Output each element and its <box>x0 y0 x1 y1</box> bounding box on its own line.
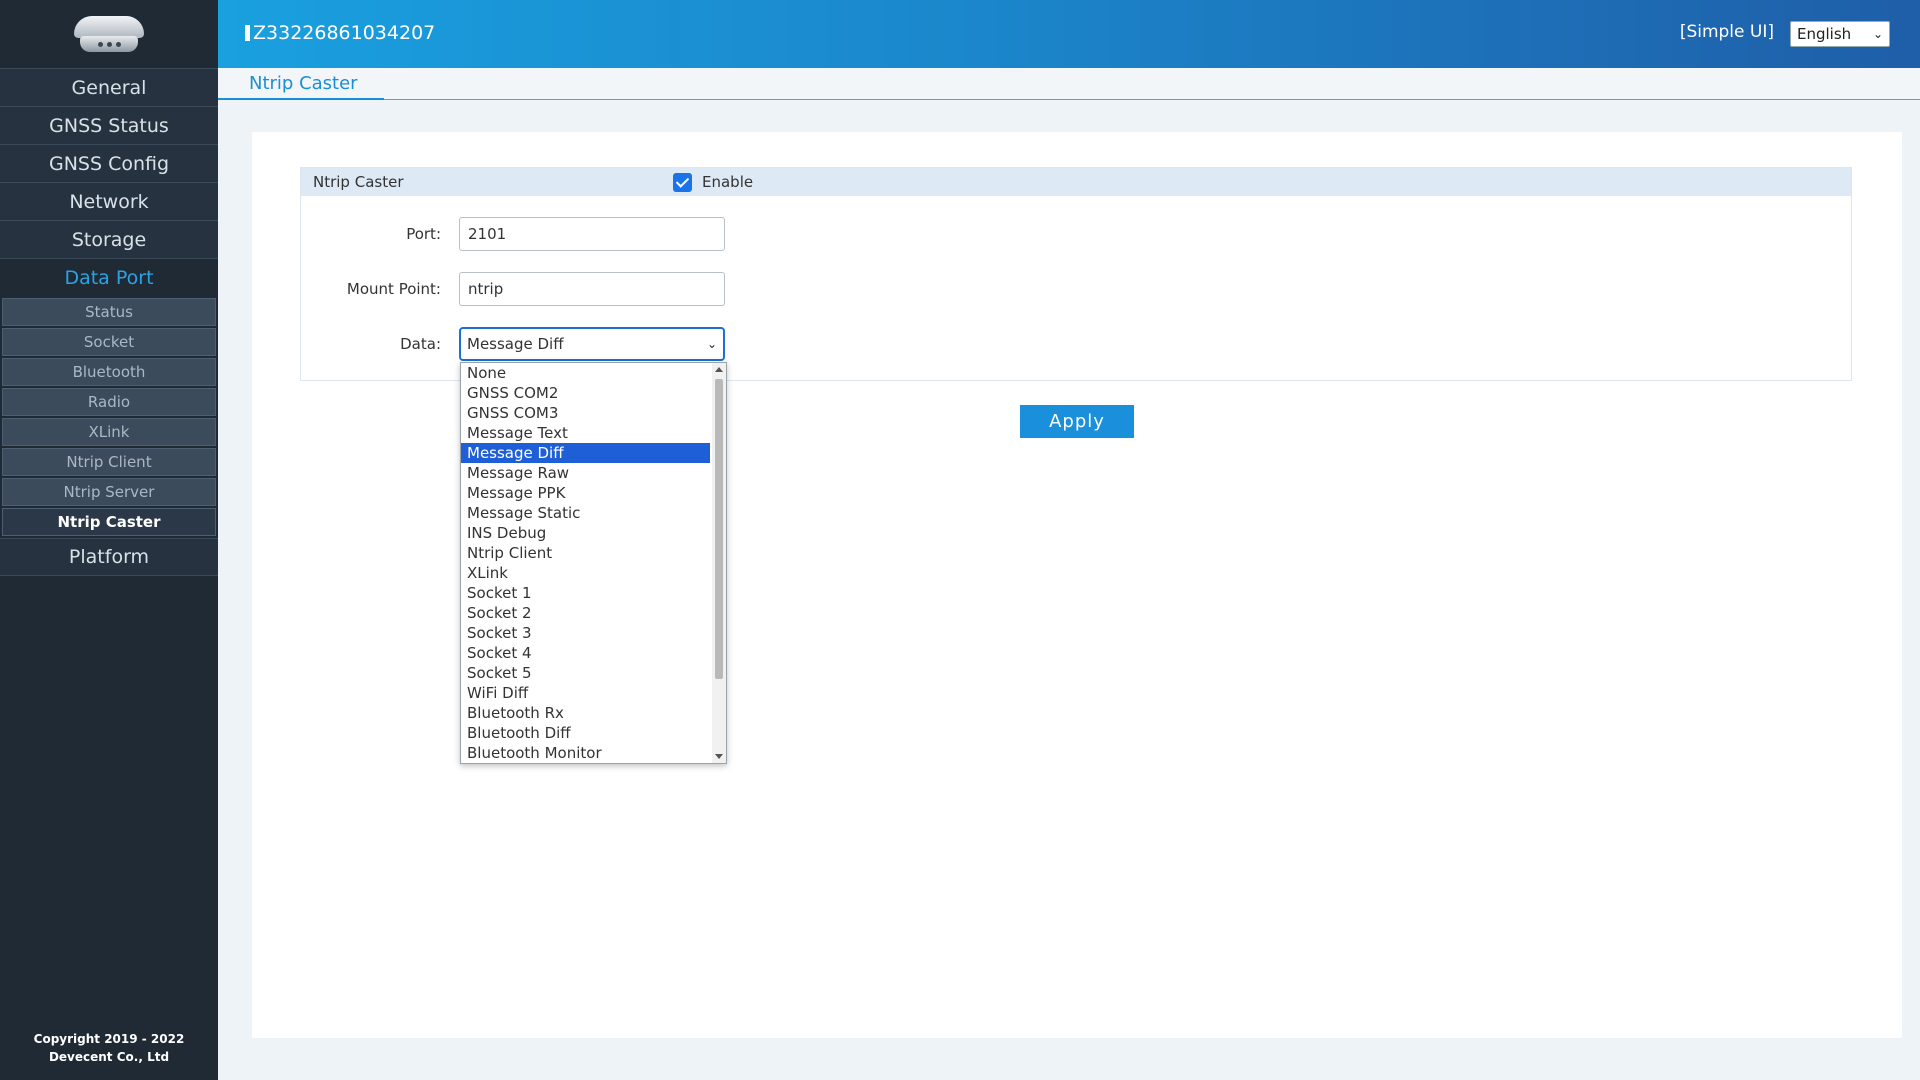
section-title: Ntrip Caster <box>313 173 404 191</box>
dropdown-option[interactable]: Socket 2 <box>461 603 726 623</box>
scroll-up-icon[interactable] <box>715 367 723 372</box>
mount-point-input[interactable]: ntrip <box>459 272 725 306</box>
port-input[interactable]: 2101 <box>459 217 725 251</box>
sub-item-ntrip-client[interactable]: Ntrip Client <box>2 448 216 476</box>
mount-point-label: Mount Point: <box>346 280 441 298</box>
nav-menu: General GNSS Status GNSS Config Network … <box>0 68 218 576</box>
dropdown-option[interactable]: XLink <box>461 563 726 583</box>
nav-item-general[interactable]: General <box>0 68 218 106</box>
dropdown-option[interactable]: None <box>461 363 726 383</box>
copyright-line-2: Devecent Co., Ltd <box>48 1050 170 1064</box>
mount-point-row: Mount Point: ntrip <box>301 272 725 306</box>
dropdown-scrollbar[interactable] <box>712 363 726 763</box>
nav-item-gnss-config[interactable]: GNSS Config <box>0 144 218 182</box>
scroll-thumb[interactable] <box>715 379 723 679</box>
sub-item-socket[interactable]: Socket <box>2 328 216 356</box>
dropdown-option[interactable]: Message Diff <box>461 443 710 463</box>
dropdown-option[interactable]: GNSS COM3 <box>461 403 726 423</box>
simple-ui-link[interactable]: [Simple UI] <box>1680 22 1774 42</box>
dropdown-options: None GNSS COM2 GNSS COM3 Message Text Messag… <box>461 363 726 763</box>
port-label: Port: <box>406 225 441 243</box>
data-port-submenu: Status Socket Bluetooth Radio XLink Ntri… <box>0 296 218 536</box>
dropdown-option[interactable]: Message Static <box>461 503 726 523</box>
tab-strip: Ntrip Caster <box>218 68 1920 100</box>
nav-item-gnss-status[interactable]: GNSS Status <box>0 106 218 144</box>
serial-marker-icon <box>245 25 250 41</box>
dropdown-option[interactable]: INS Debug <box>461 523 726 543</box>
dropdown-option[interactable]: GNSS COM2 <box>461 383 726 403</box>
top-header: Z33226861034207 [Simple UI] English ⌄ <box>218 0 1920 68</box>
nav-item-network[interactable]: Network <box>0 182 218 220</box>
dropdown-option[interactable]: Bluetooth Rx <box>461 703 726 723</box>
sub-item-ntrip-server[interactable]: Ntrip Server <box>2 478 216 506</box>
copyright: Copyright 2019 - 2022 Devecent Co., Ltd <box>0 1030 218 1066</box>
dropdown-option[interactable]: Socket 1 <box>461 583 726 603</box>
ntrip-caster-form: Ntrip Caster Enable Port: 2101 Mount Poi… <box>300 167 1852 381</box>
gnss-receiver-icon <box>68 12 150 56</box>
dropdown-option[interactable]: WiFi Diff <box>461 683 726 703</box>
port-row: Port: 2101 <box>301 217 725 251</box>
dropdown-option[interactable]: Message Text <box>461 423 726 443</box>
dropdown-option[interactable]: Message PPK <box>461 483 726 503</box>
data-dropdown-list: None GNSS COM2 GNSS COM3 Message Text Messag… <box>460 362 727 764</box>
nav-item-platform[interactable]: Platform <box>0 538 218 576</box>
enable-checkbox[interactable] <box>673 172 692 192</box>
data-select[interactable]: Message Diff ⌄ <box>459 327 725 361</box>
data-select-value: Message Diff <box>467 335 564 353</box>
nav-item-storage[interactable]: Storage <box>0 220 218 258</box>
dropdown-option[interactable]: Bluetooth Diff <box>461 723 726 743</box>
chevron-down-icon: ⌄ <box>1872 27 1883 41</box>
data-label: Data: <box>400 335 441 353</box>
apply-button[interactable]: Apply <box>1020 405 1134 438</box>
logo <box>0 0 218 68</box>
copyright-line-1: Copyright 2019 - 2022 <box>33 1032 185 1046</box>
nav-item-data-port[interactable]: Data Port <box>0 258 218 296</box>
data-row: Data: Message Diff ⌄ <box>301 327 725 361</box>
sub-item-xlink[interactable]: XLink <box>2 418 216 446</box>
device-serial: Z33226861034207 <box>245 22 435 44</box>
scroll-down-icon[interactable] <box>715 754 723 759</box>
dropdown-option[interactable]: Socket 4 <box>461 643 726 663</box>
sub-item-ntrip-caster[interactable]: Ntrip Caster <box>2 508 216 536</box>
enable-label: Enable <box>702 173 754 191</box>
form-header: Ntrip Caster Enable <box>301 168 1851 196</box>
dropdown-option[interactable]: Socket 3 <box>461 623 726 643</box>
serial-number: Z33226861034207 <box>253 22 436 44</box>
language-value: English <box>1797 25 1852 43</box>
sub-item-bluetooth[interactable]: Bluetooth <box>2 358 216 386</box>
sub-item-radio[interactable]: Radio <box>2 388 216 416</box>
language-select[interactable]: English ⌄ <box>1790 21 1890 47</box>
dropdown-option[interactable]: Bluetooth Monitor <box>461 743 726 763</box>
dropdown-option[interactable]: Message Raw <box>461 463 726 483</box>
dropdown-option[interactable]: Socket 5 <box>461 663 726 683</box>
dropdown-option[interactable]: Ntrip Client <box>461 543 726 563</box>
sidebar: General GNSS Status GNSS Config Network … <box>0 0 218 1080</box>
sub-item-status[interactable]: Status <box>2 298 216 326</box>
tab-ntrip-caster[interactable]: Ntrip Caster <box>218 68 384 100</box>
chevron-down-icon: ⌄ <box>706 337 717 351</box>
